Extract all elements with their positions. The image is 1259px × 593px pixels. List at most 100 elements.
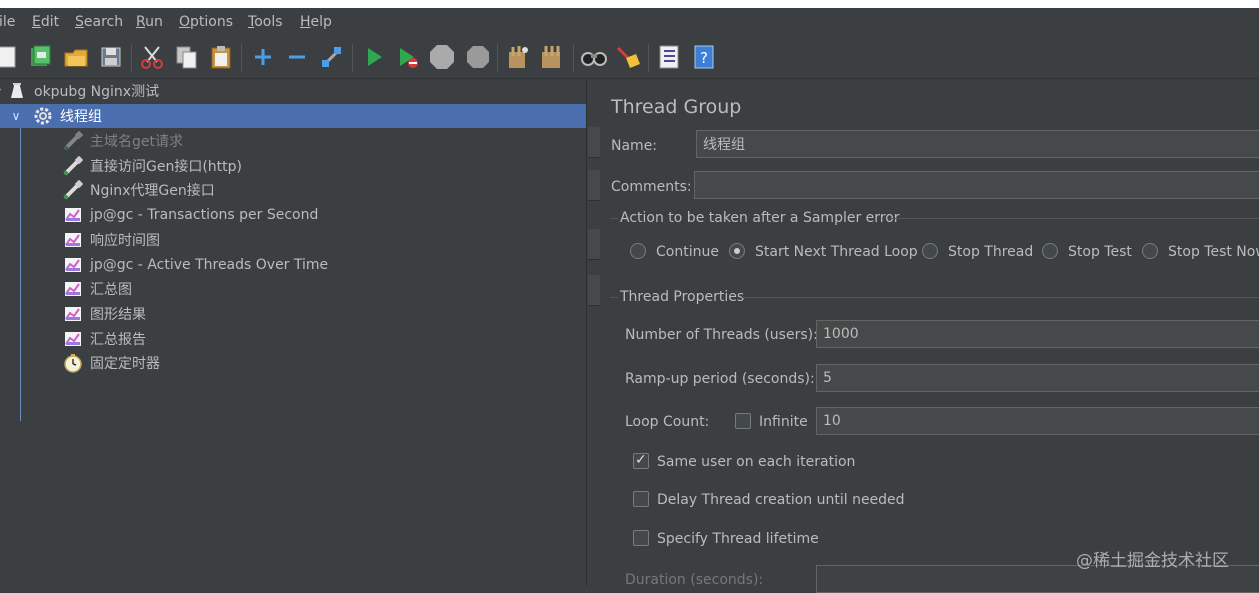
expand-icon[interactable] (248, 42, 278, 72)
watermark: @稀土掘金技术社区 (1076, 551, 1229, 571)
checkmark-icon: ✓ (635, 452, 647, 468)
tree-item-label: 汇总报告 (90, 331, 146, 348)
start-next-thread-loop-label: Start Next Thread Loop (755, 244, 918, 260)
save-icon[interactable] (96, 42, 126, 72)
gear-icon (32, 106, 54, 126)
menu-options[interactable]: Options (179, 14, 233, 30)
continue-label: Continue (656, 244, 719, 260)
function-helper-icon[interactable] (654, 42, 684, 72)
help-icon[interactable]: ? (689, 42, 719, 72)
menu-run[interactable]: Run (136, 14, 163, 30)
toolbar-separator (352, 44, 353, 72)
copy-icon[interactable] (172, 42, 202, 72)
clear-all-icon[interactable] (538, 42, 568, 72)
panel-title: Thread Group (611, 96, 742, 118)
name-field[interactable] (696, 130, 1259, 158)
menu-help-mnemonic: H (300, 14, 311, 30)
number-of-threads-field[interactable] (816, 320, 1259, 348)
listener-icon (62, 304, 84, 324)
tree-item-label: 固定定时器 (90, 356, 160, 373)
loop-count-field[interactable] (816, 407, 1259, 435)
tree-item-label: 直接访问Gen接口(http) (90, 158, 242, 175)
tree-item-label: 主域名get请求 (90, 134, 183, 150)
cut-icon[interactable] (137, 42, 167, 72)
toolbar-separator (497, 44, 498, 72)
sampler-icon (62, 131, 84, 151)
tree-item-label: 响应时间图 (90, 232, 160, 249)
thread-group-panel: Thread Group Name: Comments: Action to b… (600, 79, 1259, 593)
comments-field[interactable] (694, 171, 1259, 199)
menu-file[interactable]: ile (0, 14, 15, 30)
tree-item-label: Nginx代理Gen接口 (90, 183, 215, 200)
clear-icon[interactable] (503, 42, 533, 72)
sampler-icon (62, 155, 84, 176)
svg-text:?: ? (700, 49, 708, 67)
stop-thread-radio[interactable] (922, 243, 938, 259)
specify-thread-lifetime-checkbox[interactable] (633, 530, 649, 546)
menu-bar: ile Edit Search Run Options Tools Help (0, 8, 1259, 36)
divider-segment (588, 229, 600, 260)
thread-properties-legend: Thread Properties (620, 289, 745, 305)
open-icon[interactable] (61, 42, 91, 72)
templates-icon[interactable] (26, 42, 56, 72)
menu-tools[interactable]: Tools (248, 14, 283, 30)
menu-edit-mnemonic: E (32, 14, 41, 30)
name-label: Name: (611, 138, 658, 154)
infinite-label: Infinite (759, 414, 808, 430)
same-user-label: Same user on each iteration (657, 454, 856, 470)
toolbar-separator (573, 44, 574, 72)
tree-item[interactable]: 汇总图 (62, 277, 132, 301)
menu-edit-label: dit (40, 14, 60, 30)
toolbar-separator (241, 44, 242, 72)
stop-icon[interactable] (427, 42, 457, 72)
window-title-strip (0, 0, 1259, 8)
paste-icon[interactable] (206, 42, 236, 72)
toggle-icon[interactable] (317, 42, 347, 72)
menu-search[interactable]: Search (75, 14, 123, 30)
tree-item[interactable]: jp@gc - Active Threads Over Time (62, 253, 328, 277)
tree-item-thread-group[interactable]: ∨ 线程组 (0, 104, 586, 128)
tree-item[interactable]: 主域名get请求 (62, 129, 183, 153)
group-border (610, 218, 618, 219)
loop-count-label: Loop Count: (625, 414, 710, 430)
split-pane-divider[interactable] (586, 79, 601, 586)
tree-item-label: 图形结果 (90, 306, 146, 323)
stop-test-radio[interactable] (1042, 243, 1058, 259)
same-user-checkbox[interactable]: ✓ (633, 452, 649, 469)
listener-icon (62, 279, 84, 299)
sampler-error-legend: Action to be taken after a Sampler error (620, 210, 900, 226)
menu-file-label: ile (0, 14, 16, 30)
ramp-up-field[interactable] (816, 364, 1259, 392)
tree-item[interactable]: 固定定时器 (62, 351, 160, 375)
tree-item[interactable]: 图形结果 (62, 302, 146, 326)
listener-icon (62, 329, 84, 349)
test-plan-tree: ▾ okpubg Nginx测试 ∨ 线程组 主域名get请求直接访问Gen接口… (0, 79, 586, 586)
start-no-pauses-icon[interactable] (393, 42, 423, 72)
tree-guide-line (20, 124, 21, 421)
continue-radio[interactable] (630, 243, 646, 259)
tree-item[interactable]: 直接访问Gen接口(http) (62, 154, 242, 178)
tree-item[interactable]: 汇总报告 (62, 327, 146, 351)
reset-search-icon[interactable] (613, 42, 643, 72)
menu-run-mnemonic: R (136, 14, 146, 30)
tree-item-label: jp@gc - Active Threads Over Time (90, 256, 329, 273)
tree-item[interactable]: Nginx代理Gen接口 (62, 178, 215, 202)
tree-item[interactable]: jp@gc - Transactions per Second (62, 203, 318, 227)
new-icon[interactable] (0, 42, 22, 72)
tree-item-label: jp@gc - Transactions per Second (90, 207, 319, 224)
menu-options-mnemonic: O (179, 14, 191, 30)
tree-root-test-plan[interactable]: ▾ okpubg Nginx测试 (0, 79, 586, 103)
tree-root-label: okpubg Nginx测试 (34, 84, 160, 100)
stop-test-now-radio[interactable] (1142, 243, 1158, 259)
collapse-icon[interactable] (282, 42, 312, 72)
search-icon[interactable] (579, 42, 609, 72)
group-border (889, 218, 1259, 219)
menu-help[interactable]: Help (300, 14, 332, 30)
start-next-thread-loop-radio[interactable] (729, 243, 745, 259)
tree-item[interactable]: 响应时间图 (62, 228, 160, 252)
menu-edit[interactable]: Edit (32, 14, 59, 30)
infinite-checkbox[interactable] (735, 413, 751, 429)
shutdown-icon[interactable] (463, 42, 493, 72)
start-icon[interactable] (359, 42, 389, 72)
delay-thread-creation-checkbox[interactable] (633, 491, 649, 507)
